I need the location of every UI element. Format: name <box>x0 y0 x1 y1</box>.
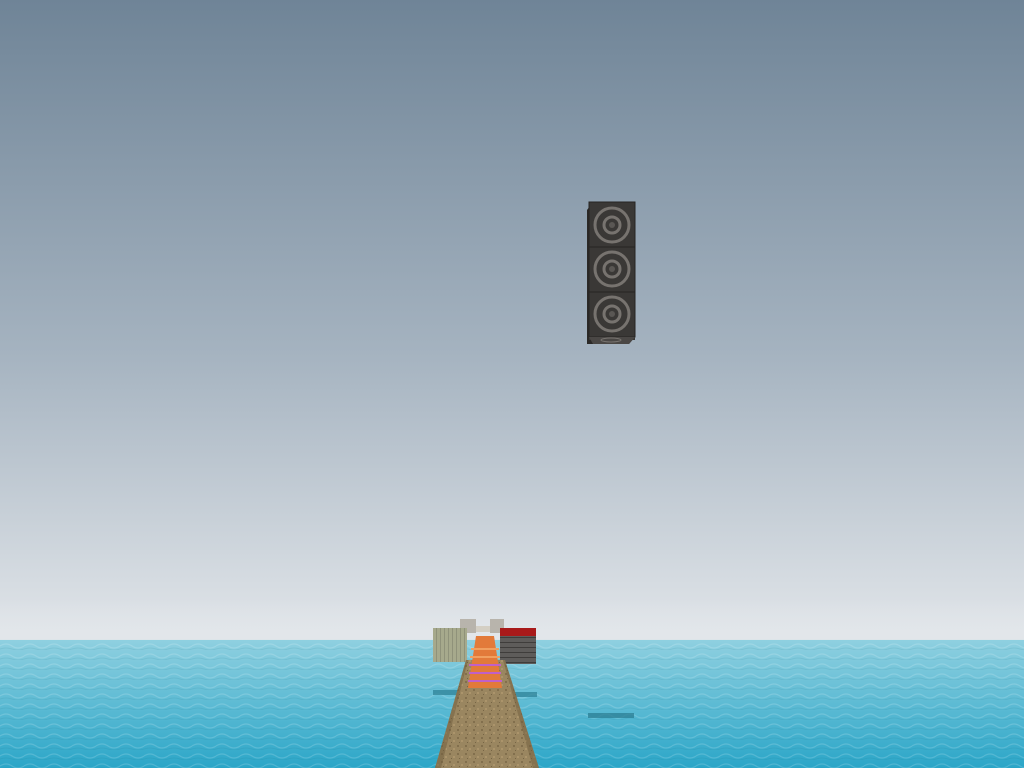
red-block-top <box>500 628 536 636</box>
pillar-shadow-right <box>513 692 537 697</box>
floating-block-shadow <box>588 713 634 718</box>
note-block-stack-icon[interactable] <box>587 201 636 344</box>
magenta-path-stripe <box>469 664 501 666</box>
world-objects <box>433 201 636 768</box>
note-block-3 <box>588 291 636 338</box>
note-block-1 <box>588 201 636 248</box>
colored-path-far <box>468 636 502 688</box>
magenta-path-stripe <box>468 680 502 682</box>
magenta-path-stripe <box>469 672 501 674</box>
orange-path-stripe <box>471 648 499 650</box>
pillar-shadow-left <box>433 690 459 695</box>
note-block-2 <box>588 246 636 293</box>
grey-block <box>500 636 536 664</box>
sandstone-block <box>433 628 467 662</box>
stone-bridge <box>476 626 490 632</box>
game-viewport[interactable] <box>0 0 1024 768</box>
orange-path-stripe <box>470 656 500 658</box>
